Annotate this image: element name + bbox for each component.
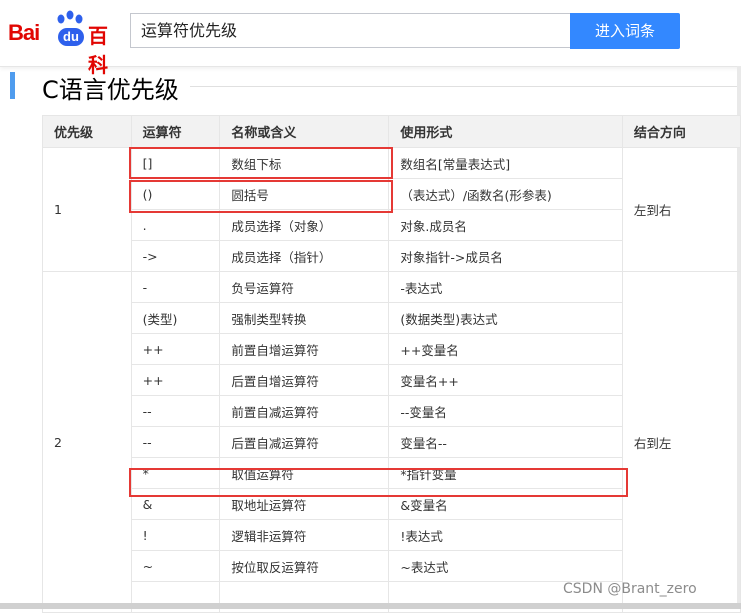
operator-cell: -> — [130, 240, 221, 272]
name-cell: 成员选择（指针） — [219, 240, 390, 272]
name-cell: 前置自减运算符 — [219, 395, 390, 427]
usage-cell: -表达式 — [388, 271, 623, 303]
name-cell: 成员选择（对象） — [219, 209, 390, 241]
table-row: 2 - 负号运算符 -表达式 右到左 — [42, 271, 741, 613]
operator-cell: ~ — [130, 550, 221, 582]
usage-cell: ++变量名 — [388, 333, 623, 365]
name-cell: 逻辑非运算符 — [219, 519, 390, 551]
table-header-row: 优先级 运算符 名称或含义 使用形式 结合方向 — [42, 115, 741, 148]
enter-entry-button[interactable]: 进入词条 — [570, 13, 680, 49]
search-input[interactable]: 运算符优先级 — [130, 13, 570, 48]
section-accent-bar — [10, 72, 15, 99]
usage-cell: 变量名-- — [388, 426, 623, 458]
name-cell: 后置自减运算符 — [219, 426, 390, 458]
header-operator: 运算符 — [130, 115, 221, 148]
name-cell: 强制类型转换 — [219, 302, 390, 334]
usage-cell: (数据类型)表达式 — [388, 302, 623, 334]
header-bar: Bai du 百科 运算符优先级 进入词条 — [0, 0, 741, 77]
direction-cell: 右到左 — [621, 271, 741, 613]
header-direction: 结合方向 — [621, 115, 741, 148]
operator-cell: - — [130, 271, 221, 303]
horizontal-scrollbar[interactable] — [0, 603, 741, 609]
logo-du-text: du — [58, 28, 84, 46]
name-cell: 后置自增运算符 — [219, 364, 390, 396]
operator-cell: ++ — [130, 364, 221, 396]
usage-cell: 变量名++ — [388, 364, 623, 396]
name-cell: 前置自增运算符 — [219, 333, 390, 365]
name-cell: 取值运算符 — [219, 457, 390, 489]
usage-cell: （表达式）/函数名(形参表) — [388, 178, 623, 210]
operator-cell: [] — [130, 147, 221, 179]
operator-cell: -- — [130, 395, 221, 427]
header-priority: 优先级 — [42, 115, 132, 148]
operator-cell: (类型) — [130, 302, 221, 334]
operator-cell: ++ — [130, 333, 221, 365]
priority-cell: 2 — [42, 271, 132, 613]
direction-cell: 左到右 — [621, 147, 741, 272]
header-usage: 使用形式 — [388, 115, 623, 148]
operator-cell: ! — [130, 519, 221, 551]
usage-cell: --变量名 — [388, 395, 623, 427]
table-row: 1 [] 数组下标 数组名[常量表达式] 左到右 — [42, 147, 741, 272]
precedence-table: 优先级 运算符 名称或含义 使用形式 结合方向 1 [] 数组下标 数组名[常量… — [42, 115, 741, 613]
operator-cell: -- — [130, 426, 221, 458]
header-name: 名称或含义 — [219, 115, 390, 148]
name-cell: 负号运算符 — [219, 271, 390, 303]
operator-cell: () — [130, 178, 221, 210]
usage-cell: ~表达式 — [388, 550, 623, 582]
priority-cell: 1 — [42, 147, 132, 272]
usage-cell: 对象.成员名 — [388, 209, 623, 241]
operator-cell: * — [130, 457, 221, 489]
operator-cell: & — [130, 488, 221, 520]
logo-bai-text: Bai — [8, 20, 40, 45]
csdn-watermark: CSDN @Brant_zero — [563, 581, 697, 597]
name-cell: 取地址运算符 — [219, 488, 390, 520]
usage-cell: *指针变量 — [388, 457, 623, 489]
name-cell: 圆括号 — [219, 178, 390, 210]
section-title: C语言优先级 — [42, 76, 179, 104]
usage-cell: 数组名[常量表达式] — [388, 147, 623, 179]
usage-cell: !表达式 — [388, 519, 623, 551]
title-divider — [190, 86, 741, 87]
usage-cell: 对象指针->成员名 — [388, 240, 623, 272]
operator-cell: . — [130, 209, 221, 241]
baidu-baike-logo[interactable]: Bai du 百科 — [8, 10, 123, 77]
name-cell: 数组下标 — [219, 147, 390, 179]
usage-cell: &变量名 — [388, 488, 623, 520]
name-cell: 按位取反运算符 — [219, 550, 390, 582]
